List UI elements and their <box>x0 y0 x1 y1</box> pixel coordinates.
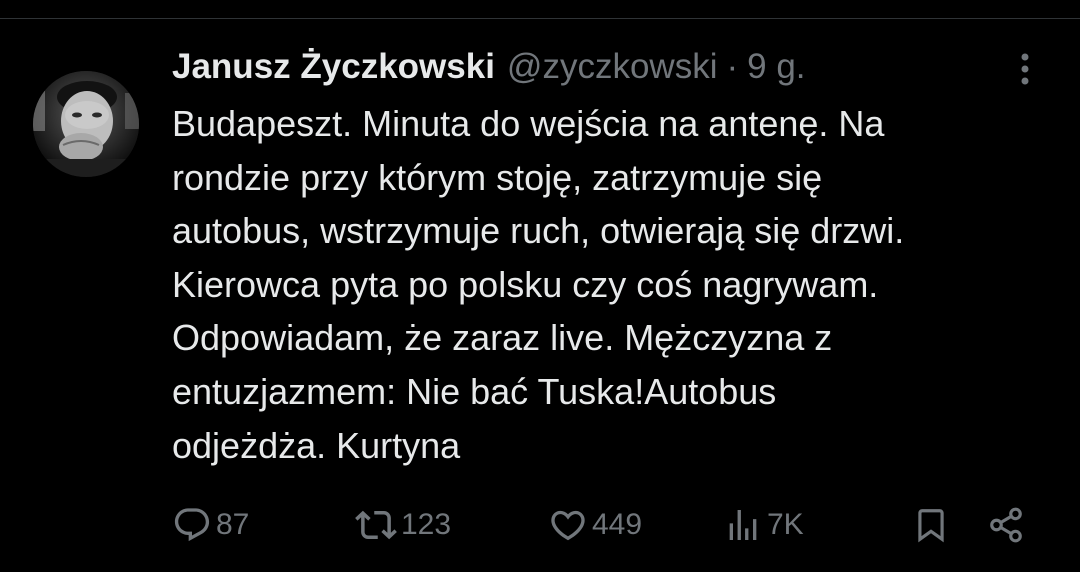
reply-count: 87 <box>216 508 250 541</box>
profile-photo-icon <box>33 71 139 177</box>
tweet-text-line: Odpowiadam, że zaraz live. Mężczyzna z <box>172 317 833 359</box>
views-count: 7K <box>767 508 804 541</box>
views-icon <box>729 510 757 540</box>
bookmark-icon <box>918 509 944 543</box>
repost-count: 123 <box>401 508 452 541</box>
tweet-text-line: rondzie przy którym stoję, zatrzymuje si… <box>172 156 823 198</box>
tweet-text-line: Kierowca pyta po polsku czy coś nagrywam… <box>172 263 879 305</box>
tweet-text-line: Budapeszt. Minuta do wejścia na antenę. … <box>172 103 885 144</box>
action-bar: 87 123 449 7K <box>0 503 1080 547</box>
tweet-header: Janusz Życzkowski @zyczkowski · 9 g. <box>172 45 806 89</box>
more-button[interactable] <box>1010 49 1040 89</box>
like-button[interactable]: 449 <box>548 503 642 547</box>
tweet[interactable]: Janusz Życzkowski @zyczkowski · 9 g. Bud… <box>0 19 1080 572</box>
separator-dot: · <box>726 47 739 86</box>
tweet-text: Budapeszt. Minuta do wejścia na antenę. … <box>172 97 1052 472</box>
tweet-text-line: odjeżdża. Kurtyna <box>172 424 461 466</box>
avatar[interactable] <box>33 71 139 177</box>
author-handle[interactable]: @zyczkowski <box>507 47 718 87</box>
repost-icon <box>355 510 397 540</box>
repost-button[interactable]: 123 <box>355 503 451 547</box>
like-count: 449 <box>592 508 643 541</box>
timestamp[interactable]: 9 g. <box>747 47 805 87</box>
author-display-name[interactable]: Janusz Życzkowski <box>172 47 495 87</box>
tweet-text-line: autobus, wstrzymuje ruch, otwierają się … <box>172 210 905 252</box>
views-button[interactable]: 7K <box>723 503 804 547</box>
share-button[interactable] <box>987 503 1025 547</box>
bookmark-button[interactable] <box>912 503 950 547</box>
heart-icon <box>551 510 585 541</box>
reply-icon <box>174 508 210 542</box>
more-vertical-icon <box>1021 53 1029 85</box>
share-icon <box>990 507 1022 543</box>
tweet-text-line: entuzjazmem: Nie bać Tuska!Autobus <box>172 370 777 412</box>
reply-button[interactable]: 87 <box>172 503 249 547</box>
